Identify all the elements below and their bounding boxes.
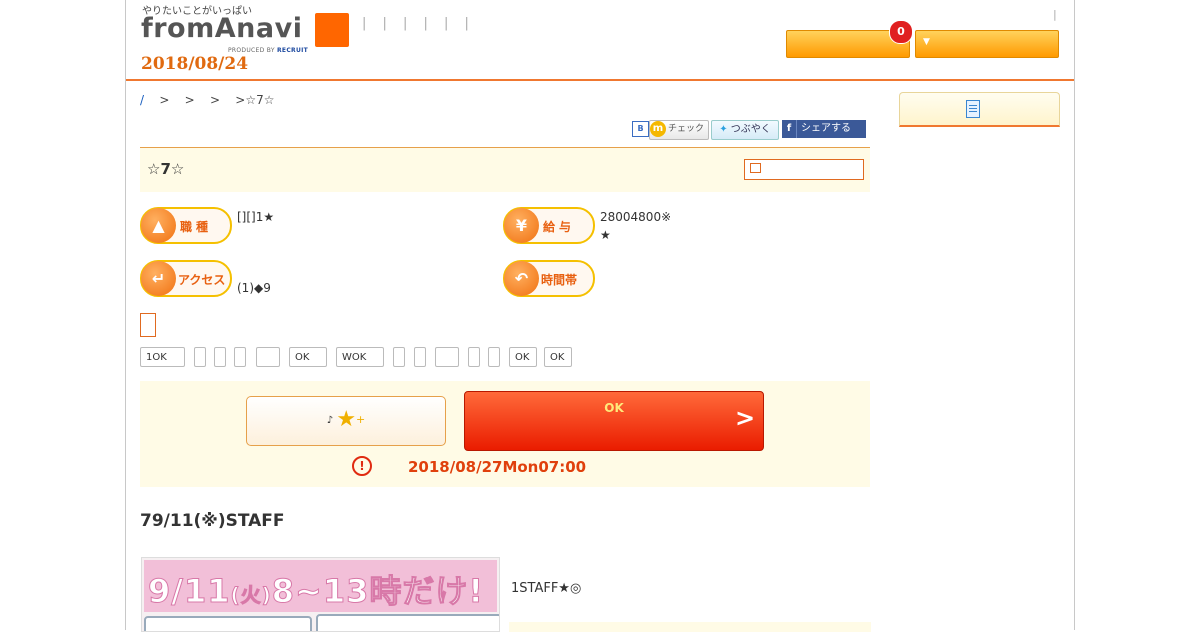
window-icon bbox=[750, 163, 761, 173]
breadcrumb-home[interactable]: / bbox=[140, 93, 144, 107]
feature-tag bbox=[468, 347, 480, 367]
keep-count-badge: 0 bbox=[889, 20, 913, 44]
logo-text-suffix: navi bbox=[236, 13, 303, 44]
feature-tag: OK bbox=[544, 347, 572, 367]
sidebar-history-box[interactable] bbox=[899, 92, 1060, 127]
feature-tag bbox=[414, 347, 426, 367]
twitter-tweet-button[interactable]: ✦ つぶやく bbox=[711, 120, 779, 140]
kyuyo-value: 28004800※ bbox=[600, 210, 672, 224]
breadcrumb: / > > > >☆7☆ bbox=[140, 93, 275, 107]
feature-tag bbox=[256, 347, 280, 367]
shirt-icon: ▲ bbox=[141, 208, 176, 243]
page: やりたいことがいっぱい fromAnavi PRODUCED BY RECRUI… bbox=[125, 0, 1075, 632]
feature-tag: OK bbox=[509, 347, 537, 367]
star-icon: ★ bbox=[336, 407, 357, 432]
feature-tag bbox=[393, 347, 405, 367]
header-nav-links[interactable]: | | | | | | bbox=[362, 16, 475, 31]
photo-caption: 9/11(火)8~13時だけ! bbox=[147, 572, 484, 611]
breadcrumb-current: ☆7☆ bbox=[245, 93, 275, 107]
job-title: ☆7☆ bbox=[147, 160, 185, 178]
logo-text-prefix: from bbox=[141, 13, 215, 44]
feature-tag: 1OK bbox=[140, 347, 185, 367]
twitter-bird-icon: ✦ bbox=[719, 124, 728, 135]
facebook-icon: f bbox=[782, 120, 797, 138]
access-value: (1)◆9 bbox=[237, 281, 271, 295]
feature-tag: WOK bbox=[336, 347, 384, 367]
tag-empty bbox=[140, 313, 156, 337]
chevron-down-icon: ▼ bbox=[923, 37, 930, 47]
kyuyo-label: ¥ 給与 bbox=[503, 207, 595, 244]
catch-copy-heading: 79/11(※)STAFF bbox=[140, 511, 285, 531]
hatena-bookmark-button[interactable]: B bbox=[632, 121, 649, 137]
header-menu-button[interactable] bbox=[315, 13, 349, 47]
apply-button[interactable]: OK > bbox=[464, 391, 764, 451]
application-deadline: 2018/08/27Mon07:00 bbox=[408, 458, 587, 476]
alert-icon: ! bbox=[352, 456, 372, 476]
kyuyo-value-note: ★ bbox=[600, 228, 611, 242]
job-description: 1STAFF★◎ bbox=[511, 581, 582, 596]
clock-icon: ↶ bbox=[504, 261, 539, 296]
keep-label: ♪ bbox=[326, 415, 334, 426]
keep-button[interactable]: ♪ ★+ bbox=[246, 396, 446, 446]
apply-panel: ♪ ★+ OK > ! 2018/08/27Mon07:00 bbox=[140, 381, 870, 487]
logo-text-a: A bbox=[214, 13, 237, 44]
feature-tag bbox=[435, 347, 459, 367]
breadcrumb-sep: > bbox=[235, 93, 246, 107]
breadcrumb-sep: > bbox=[159, 93, 170, 107]
chevron-right-icon: > bbox=[735, 404, 756, 432]
shokushu-label: ▲ 職種 bbox=[140, 207, 232, 244]
yen-icon: ¥ bbox=[504, 208, 539, 243]
jikantai-label: ↶ 時間帯 bbox=[503, 260, 595, 297]
doc-icon bbox=[966, 100, 980, 118]
description-panel bbox=[509, 622, 871, 632]
feature-tag bbox=[234, 347, 246, 367]
apply-label: OK bbox=[604, 401, 624, 415]
feature-tag: OK bbox=[289, 347, 327, 367]
mixi-icon: m bbox=[650, 121, 666, 137]
access-label: ↵ アクセス bbox=[140, 260, 232, 297]
feature-tag bbox=[214, 347, 226, 367]
job-photo: 9/11(火)8~13時だけ! bbox=[141, 557, 500, 632]
walk-icon: ↵ bbox=[141, 261, 176, 296]
header-dropdown-button[interactable]: ▼ bbox=[915, 30, 1059, 58]
header-date: 2018/08/24 bbox=[141, 54, 249, 74]
breadcrumb-sep: > bbox=[184, 93, 195, 107]
facebook-share-button[interactable]: f シェアする bbox=[782, 120, 866, 138]
shokushu-value: [][]1★ bbox=[237, 210, 275, 224]
header: やりたいことがいっぱい fromAnavi PRODUCED BY RECRUI… bbox=[126, 0, 1074, 81]
open-window-button[interactable] bbox=[744, 159, 864, 180]
logo-produced-by: PRODUCED BY RECRUIT bbox=[228, 47, 309, 54]
breadcrumb-sep: > bbox=[209, 93, 221, 107]
feature-tag bbox=[488, 347, 500, 367]
mixi-check-button[interactable]: m チェック bbox=[649, 120, 709, 140]
logo[interactable]: fromAnavi bbox=[141, 13, 302, 44]
feature-tag bbox=[194, 347, 206, 367]
job-title-panel: ☆7☆ bbox=[140, 147, 870, 192]
header-separator: | bbox=[1053, 8, 1057, 21]
